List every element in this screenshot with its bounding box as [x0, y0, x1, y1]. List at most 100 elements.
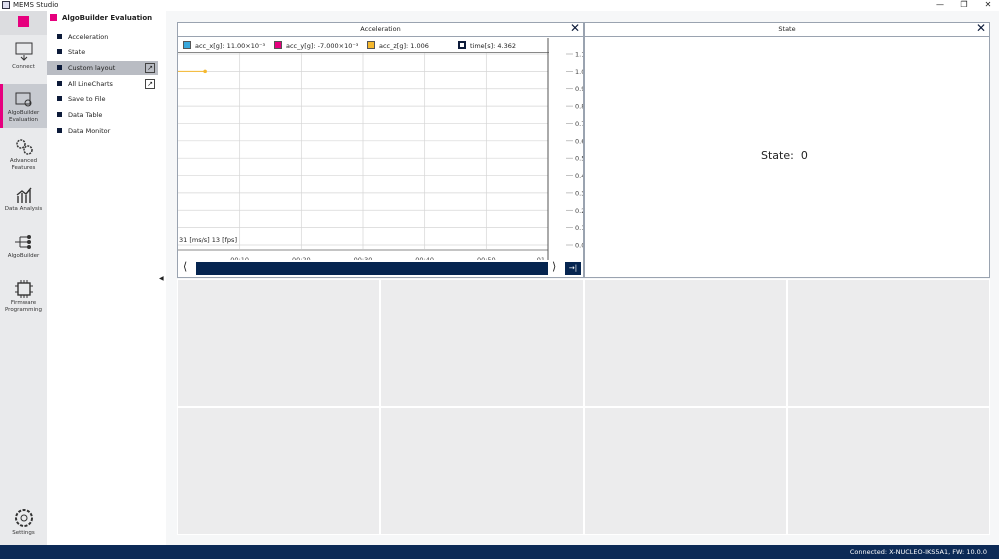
sidebar-item-data-analysis[interactable]: Data Analysis: [0, 186, 47, 222]
nav-item-custom-layout[interactable]: Custom layout ↗: [47, 61, 158, 75]
connect-icon: [15, 42, 32, 61]
nav-title: AlgoBuilder Evaluation: [50, 14, 152, 22]
scroll-right-icon[interactable]: ⟩: [552, 260, 556, 273]
nav-item-label: State: [68, 48, 86, 56]
empty-layout-cell[interactable]: [584, 407, 787, 535]
y-tick-label: 0.0: [575, 242, 583, 250]
app-title: MEMS Studio: [13, 1, 59, 9]
nav-item-label: Data Table: [68, 111, 103, 119]
acceleration-panel: Acceleration ✕ acc_x[g]: 11.00×10⁻³ acc_y…: [177, 22, 584, 278]
close-panel-icon[interactable]: ✕: [976, 22, 986, 35]
collapse-panel-icon[interactable]: ◀: [159, 275, 164, 282]
bullet-icon: [57, 65, 62, 70]
empty-layout-cell[interactable]: [177, 279, 380, 407]
empty-layout-cell[interactable]: [177, 407, 380, 535]
gears-icon: [15, 139, 33, 155]
settings-icon: [14, 509, 33, 527]
empty-layout-cell[interactable]: [787, 279, 990, 407]
empty-layout-cell[interactable]: [584, 279, 787, 407]
y-tick-label: 0.4: [575, 172, 583, 180]
y-tick-label: 1.1: [575, 51, 583, 59]
follow-latest-button[interactable]: →|: [565, 262, 581, 275]
state-readout: State: 0: [761, 149, 808, 162]
maximize-button[interactable]: ❐: [954, 0, 974, 9]
nav-item-label: All LineCharts: [68, 80, 113, 88]
nav-item-state[interactable]: State: [47, 45, 158, 59]
sidebar-item-connect[interactable]: Connect: [0, 42, 47, 78]
home-button[interactable]: [0, 11, 47, 35]
bullet-icon: [57, 96, 62, 101]
y-tick-label: 0.2: [575, 207, 583, 215]
y-tick-label: 0.3: [575, 189, 583, 197]
sidebar-item-advanced-features[interactable]: Advanced Features: [0, 138, 47, 176]
close-panel-icon[interactable]: ✕: [570, 22, 580, 35]
y-tick-label: 0.8: [575, 103, 583, 111]
flow-icon: [14, 235, 31, 249]
acceleration-header: Acceleration ✕: [178, 22, 583, 37]
sidebar-item-algobuilder-evaluation[interactable]: AlgoBuilder Evaluation: [0, 84, 47, 128]
bullet-icon: [57, 112, 62, 117]
empty-layout-cell[interactable]: [380, 407, 584, 535]
state-header: State ✕: [585, 22, 989, 37]
state-label: State:: [761, 149, 794, 162]
chip-icon: [14, 280, 33, 298]
nav-item-label: Save to File: [68, 95, 106, 103]
icon-sidebar: Connect AlgoBuilder Evaluation Advanced …: [0, 11, 47, 545]
state-value: 0: [800, 149, 808, 162]
nav-item-acceleration[interactable]: Acceleration: [47, 30, 158, 44]
connection-status: Connected: X-NUCLEO-IKS5A1, FW: 10.0.0: [849, 548, 987, 556]
bullet-icon: [57, 81, 62, 86]
sidebar-label: Settings: [12, 530, 35, 536]
empty-layout-cell[interactable]: [380, 279, 584, 407]
open-external-icon[interactable]: ↗: [145, 63, 155, 73]
nav-item-label: Custom layout: [68, 64, 116, 72]
time-scrollbar[interactable]: ⟨ ⟩ →|: [181, 260, 581, 276]
y-tick-label: 0.5: [575, 155, 583, 163]
sidebar-label: Data Analysis: [4, 206, 43, 212]
y-tick-label: 0.9: [575, 85, 583, 93]
sidebar-label: AlgoBuilder Evaluation: [7, 110, 40, 123]
close-button[interactable]: ✕: [978, 0, 998, 9]
sidebar-label: AlgoBuilder: [7, 253, 40, 259]
nav-item-label: Acceleration: [68, 33, 109, 41]
series-point-acc_z: [203, 69, 207, 74]
navigation-panel: AlgoBuilder Evaluation Acceleration Stat…: [47, 11, 158, 545]
nav-item-data-table[interactable]: Data Table: [47, 108, 158, 122]
panel-title: State: [778, 25, 796, 33]
panel-title: Acceleration: [360, 25, 401, 33]
y-tick-label: 0.6: [575, 137, 583, 145]
app-logo-icon: [2, 1, 10, 9]
sidebar-label: Firmware Programming: [4, 300, 43, 313]
y-tick-label: 0.7: [575, 120, 583, 128]
scroll-left-icon[interactable]: ⟨: [183, 260, 187, 273]
sidebar-label: Connect: [12, 64, 35, 70]
y-tick-label: 0.1: [575, 224, 583, 232]
state-panel: State ✕ State: 0: [584, 22, 990, 278]
minimize-button[interactable]: —: [930, 0, 950, 9]
brand-icon: [18, 16, 29, 27]
scroll-thumb[interactable]: [196, 262, 548, 275]
fps-readout: 31 [ms/s] 13 [fps]: [179, 236, 237, 244]
sidebar-item-settings[interactable]: Settings: [0, 508, 47, 540]
sidebar-item-algobuilder[interactable]: AlgoBuilder: [0, 233, 47, 267]
bullet-icon: [57, 49, 62, 54]
chart-icon: [16, 187, 32, 203]
nav-item-save-to-file[interactable]: Save to File: [47, 92, 158, 106]
algobuilder-evaluation-icon: [15, 92, 31, 107]
nav-item-all-linecharts[interactable]: All LineCharts ↗: [47, 77, 158, 91]
sidebar-item-firmware-programming[interactable]: Firmware Programming: [0, 280, 47, 316]
bullet-icon: [57, 128, 62, 133]
status-bar: Connected: X-NUCLEO-IKS5A1, FW: 10.0.0: [0, 545, 999, 559]
bullet-icon: [57, 34, 62, 39]
sidebar-label: Advanced Features: [9, 158, 38, 171]
acceleration-chart: 0.00.10.20.30.40.50.60.70.80.91.01.100:1…: [178, 38, 583, 260]
title-bar: MEMS Studio — ❐ ✕: [0, 0, 999, 11]
y-tick-label: 1.0: [575, 68, 583, 76]
main-area: Acceleration ✕ acc_x[g]: 11.00×10⁻³ acc_y…: [166, 11, 999, 545]
open-external-icon[interactable]: ↗: [145, 79, 155, 89]
nav-item-label: Data Monitor: [68, 127, 111, 135]
nav-title-text: AlgoBuilder Evaluation: [62, 14, 153, 22]
nav-title-marker-icon: [50, 14, 57, 21]
nav-item-data-monitor[interactable]: Data Monitor: [47, 124, 158, 138]
empty-layout-cell[interactable]: [787, 407, 990, 535]
